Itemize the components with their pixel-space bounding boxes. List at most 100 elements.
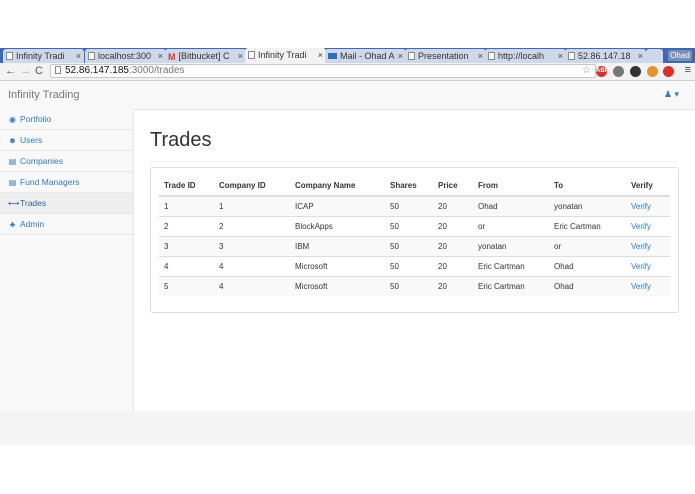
tab-label: Presentation — [418, 51, 469, 61]
cell-to: Ohad — [549, 276, 626, 296]
tab-label: 52.86.147.18 — [578, 51, 631, 61]
browser-tab[interactable]: M [Bitbucket] C × — [165, 49, 246, 63]
extension-orange-icon[interactable] — [647, 66, 658, 77]
cell-company-id: 2 — [214, 216, 290, 237]
trades-table: Trade ID Company ID Company Name Shares … — [159, 176, 670, 296]
verify-link[interactable]: Verify — [631, 202, 651, 211]
extension-dark-icon[interactable] — [630, 66, 641, 77]
caret-down-icon: ▾ — [674, 89, 679, 99]
browser-tab[interactable]: localhost:300 × — [85, 49, 166, 63]
back-arrow-icon[interactable]: ← — [5, 64, 16, 79]
cell-price: 20 — [433, 276, 473, 296]
cell-from: Eric Cartman — [473, 276, 549, 296]
browser-tab[interactable]: http://localh × — [485, 49, 566, 63]
table-row: 2 2 BlockApps 50 20 or Eric Cartman Verify — [159, 216, 670, 237]
adblock-icon[interactable]: ABP — [596, 66, 609, 77]
close-icon[interactable]: × — [238, 49, 243, 63]
cell-company-id: 4 — [214, 256, 290, 277]
cell-to: or — [549, 236, 626, 257]
browser-tab[interactable]: Infinity Tradi × — [3, 49, 84, 63]
hamburger-menu-icon[interactable]: ≡ — [685, 64, 691, 76]
close-icon[interactable]: × — [638, 49, 643, 63]
sidebar-item-label: Admin — [20, 219, 45, 229]
header-to: To — [549, 176, 626, 197]
cell-price: 20 — [433, 216, 473, 237]
title-divider — [150, 161, 678, 162]
table-icon: ▤ — [8, 178, 17, 187]
cell-company-id: 4 — [214, 276, 290, 296]
browser-tab[interactable]: 52.86.147.18 × — [565, 49, 646, 63]
user-menu-toggle[interactable]: ♟ ▾ — [664, 89, 679, 100]
table-row: 3 3 IBM 50 20 yonatan or Verify — [159, 236, 670, 257]
exchange-icon: ⟷ — [8, 199, 20, 208]
tab-label: localhost:300 — [98, 51, 152, 61]
close-icon[interactable]: × — [398, 49, 403, 63]
close-icon[interactable]: × — [158, 49, 163, 63]
cell-from: Ohad — [473, 195, 549, 217]
cell-to: Eric Cartman — [549, 216, 626, 237]
bookmark-star-icon[interactable]: ☆ — [582, 65, 591, 77]
extension-red-icon[interactable] — [663, 66, 674, 77]
header-company-id: Company ID — [214, 176, 290, 197]
header-verify: Verify — [626, 176, 670, 197]
cell-verify: Verify — [626, 216, 670, 237]
reload-icon[interactable]: C — [35, 64, 43, 79]
sidebar-item-label: Trades — [20, 198, 47, 208]
cell-shares: 50 — [385, 195, 433, 217]
cell-shares: 50 — [385, 256, 433, 277]
page-title: Trades — [150, 129, 212, 151]
dashboard-icon: ◉ — [9, 115, 16, 124]
browser-tab[interactable]: Mail - Ohad A × — [325, 49, 406, 63]
close-icon[interactable]: × — [558, 49, 563, 63]
new-tab-button[interactable] — [646, 49, 663, 63]
close-icon[interactable]: × — [478, 49, 483, 63]
url-host: 52.86.147.185 — [65, 65, 129, 76]
tab-label: Infinity Tradi — [258, 50, 307, 60]
cell-company-name: Microsoft — [290, 256, 385, 277]
gmail-icon: M — [168, 52, 176, 62]
header-shares: Shares — [385, 176, 433, 197]
sidebar-item-trades[interactable]: ⟷Trades — [0, 193, 133, 214]
verify-link[interactable]: Verify — [631, 282, 651, 291]
sitemap-icon: ♣ — [9, 220, 16, 229]
page-icon — [88, 52, 95, 60]
forward-arrow-icon[interactable]: → — [20, 64, 31, 79]
sidebar-item-fund-managers[interactable]: ▤ Fund Managers — [0, 172, 133, 193]
app-navbar: Infinity Trading ♟ ▾ — [0, 81, 695, 110]
sidebar-item-label: Fund Managers — [20, 177, 80, 187]
brand-link[interactable]: Infinity Trading — [8, 81, 80, 109]
cell-shares: 50 — [385, 236, 433, 257]
cell-company-name: BlockApps — [290, 216, 385, 237]
sidebar-item-label: Portfolio — [20, 114, 52, 124]
cell-from: yonatan — [473, 236, 549, 257]
cell-trade-id: 5 — [159, 276, 214, 296]
profile-button[interactable]: Ohad — [668, 50, 692, 61]
page-icon — [408, 52, 415, 60]
address-bar[interactable]: 52.86.147.185:3000/trades ☆ — [50, 64, 596, 78]
trades-panel: Trade ID Company ID Company Name Shares … — [150, 167, 679, 313]
url-path: :3000/trades — [128, 65, 185, 76]
mail-icon — [328, 53, 337, 59]
extension-gray-icon[interactable] — [613, 66, 624, 77]
footer-band — [0, 411, 695, 445]
browser-tab[interactable]: Presentation × — [405, 49, 486, 63]
sidebar-item-portfolio[interactable]: ◉ Portfolio — [0, 109, 133, 130]
sidebar-item-admin[interactable]: ♣ Admin — [0, 214, 133, 235]
sidebar-nav: ◉ Portfolio ☻ Users ▤ Companies ▤ Fund Managers… — [0, 109, 133, 235]
sidebar-item-users[interactable]: ☻ Users — [0, 130, 133, 151]
verify-link[interactable]: Verify — [631, 222, 651, 231]
cell-verify: Verify — [626, 276, 670, 296]
sidebar-item-companies[interactable]: ▤ Companies — [0, 151, 133, 172]
table-row: 1 1 ICAP 50 20 Ohad yonatan Verify — [159, 195, 670, 217]
table-header-row: Trade ID Company ID Company Name Shares … — [159, 176, 670, 197]
verify-link[interactable]: Verify — [631, 262, 651, 271]
header-trade-id: Trade ID — [159, 176, 214, 197]
browser-tab[interactable]: Infinity Tradi × — [245, 48, 326, 63]
verify-link[interactable]: Verify — [631, 242, 651, 251]
cell-to: Ohad — [549, 256, 626, 277]
close-icon[interactable]: × — [76, 49, 81, 63]
header-from: From — [473, 176, 549, 197]
close-icon[interactable]: × — [318, 48, 323, 62]
sidebar: ◉ Portfolio ☻ Users ▤ Companies ▤ Fund Managers… — [0, 109, 134, 411]
cell-price: 20 — [433, 256, 473, 277]
